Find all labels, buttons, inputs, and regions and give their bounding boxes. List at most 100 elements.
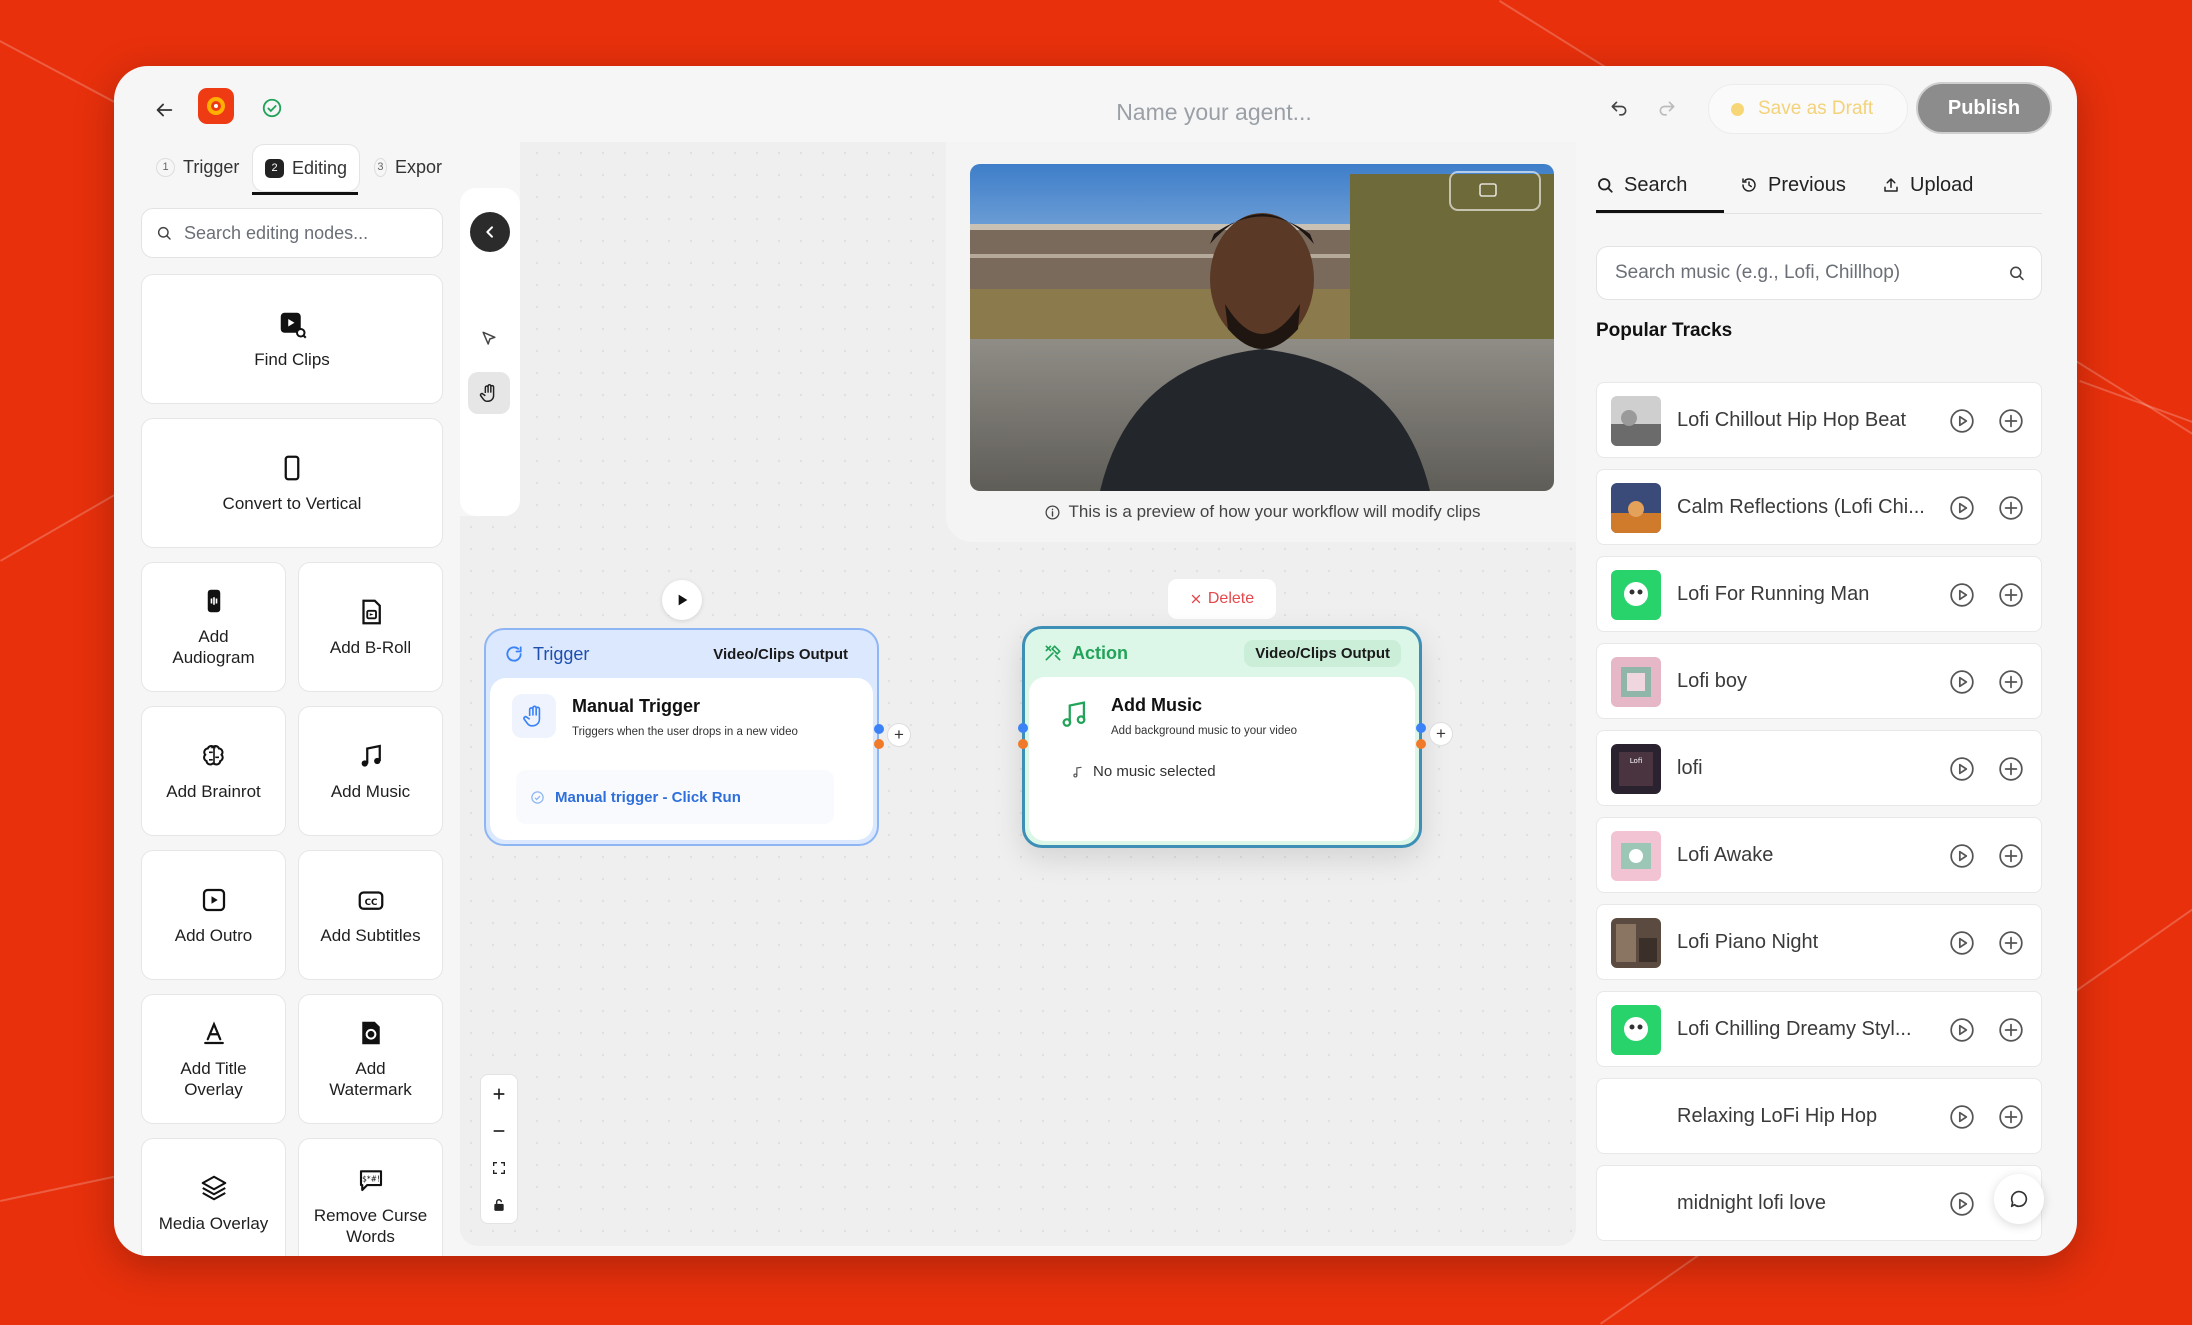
- add-after-action-button[interactable]: +: [1429, 722, 1453, 746]
- add-track-button[interactable]: [1998, 495, 2024, 521]
- trigger-node-title: Manual Trigger: [572, 696, 701, 716]
- track-row[interactable]: midnight lofi love: [1596, 1165, 2042, 1241]
- play-track-button[interactable]: [1949, 1017, 1975, 1043]
- zoom-out-button[interactable]: [481, 1112, 517, 1149]
- node-add-watermark[interactable]: Add Watermark: [298, 994, 443, 1124]
- svg-text:CC: CC: [364, 898, 377, 908]
- node-add-music[interactable]: Add Music: [298, 706, 443, 836]
- select-tool[interactable]: [468, 318, 510, 360]
- add-after-trigger-button[interactable]: +: [887, 723, 911, 747]
- node-find-clips[interactable]: Find Clips: [141, 274, 443, 404]
- play-track-button[interactable]: [1949, 1104, 1975, 1130]
- action-node[interactable]: Action Video/Clips Output Add Music Add …: [1022, 626, 1422, 848]
- step-number: 2: [265, 158, 284, 178]
- track-thumbnail: [1611, 396, 1661, 446]
- zoom-in-button[interactable]: [481, 1075, 517, 1112]
- tab-search[interactable]: Search: [1596, 162, 1687, 208]
- back-button[interactable]: [148, 94, 180, 126]
- add-track-button[interactable]: [1998, 408, 2024, 434]
- play-track-button[interactable]: [1949, 669, 1975, 695]
- node-add-brainrot[interactable]: Add Brainrot: [141, 706, 286, 836]
- node-convert-vertical[interactable]: Convert to Vertical: [141, 418, 443, 548]
- search-icon: [1598, 178, 1613, 193]
- plus-circle-icon: [1999, 844, 2023, 868]
- run-button[interactable]: [662, 580, 702, 620]
- music-search[interactable]: [1596, 246, 2042, 300]
- manual-run-button[interactable]: Manual trigger - Click Run: [516, 770, 834, 824]
- node-media-overlay[interactable]: Media Overlay: [141, 1138, 286, 1256]
- step-tab-editing[interactable]: 2 Editing: [252, 144, 361, 192]
- trigger-node[interactable]: Trigger Video/Clips Output Manual Trigge…: [484, 628, 879, 846]
- action-node-title: Add Music: [1111, 695, 1203, 715]
- node-label: Add Music: [330, 781, 411, 801]
- play-icon: [678, 594, 688, 606]
- track-row[interactable]: Lofi lofi: [1596, 730, 2042, 806]
- track-row[interactable]: Lofi Chilling Dreamy Styl...: [1596, 991, 2042, 1067]
- add-track-button[interactable]: [1998, 1017, 2024, 1043]
- video-preview[interactable]: [970, 164, 1554, 491]
- node-add-subtitles[interactable]: CC Add Subtitles: [298, 850, 443, 980]
- add-track-button[interactable]: [1998, 756, 2024, 782]
- action-output-port[interactable]: [1416, 723, 1426, 733]
- redo-button[interactable]: [1652, 94, 1682, 124]
- add-track-button[interactable]: [1998, 582, 2024, 608]
- track-row[interactable]: Calm Reflections (Lofi Chi...: [1596, 469, 2042, 545]
- action-input-port[interactable]: [1018, 739, 1028, 749]
- node-remove-curse-words[interactable]: $*#! Remove Curse Words: [298, 1138, 443, 1256]
- action-output-port[interactable]: [1416, 739, 1426, 749]
- undo-button[interactable]: [1604, 94, 1634, 124]
- node-label: Add Audiogram: [172, 627, 255, 667]
- closed-captions-icon: CC: [358, 890, 383, 910]
- add-track-button[interactable]: [1998, 843, 2024, 869]
- play-track-button[interactable]: [1949, 408, 1975, 434]
- step-tab-trigger[interactable]: 1 Trigger: [156, 144, 239, 190]
- play-track-button[interactable]: [1949, 843, 1975, 869]
- add-track-button[interactable]: [1998, 1104, 2024, 1130]
- plus-circle-icon: [1999, 670, 2023, 694]
- node-add-outro[interactable]: Add Outro: [141, 850, 286, 980]
- track-thumbnail: [1611, 483, 1661, 533]
- add-track-button[interactable]: [1998, 669, 2024, 695]
- pan-tool[interactable]: [468, 372, 510, 414]
- chat-button[interactable]: [1994, 1174, 2044, 1224]
- delete-node-button[interactable]: Delete: [1167, 578, 1277, 620]
- tab-previous[interactable]: Previous: [1740, 162, 1846, 208]
- preview-note: This is a preview of how your workflow w…: [970, 502, 1554, 522]
- add-track-button[interactable]: [1998, 930, 2024, 956]
- action-input-port[interactable]: [1018, 723, 1028, 733]
- node-add-audiogram[interactable]: Add Audiogram: [141, 562, 286, 692]
- node-search-input[interactable]: [182, 221, 428, 245]
- play-track-button[interactable]: [1949, 930, 1975, 956]
- play-circle-icon: [1950, 1192, 1974, 1216]
- node-search[interactable]: [141, 208, 443, 258]
- agent-name-input[interactable]: Name your agent...: [894, 92, 1534, 132]
- collapse-panel-button[interactable]: [470, 212, 510, 252]
- music-search-input[interactable]: [1613, 261, 2008, 285]
- step-tab-export[interactable]: 3 Expor: [374, 144, 442, 190]
- save-draft-button[interactable]: Save as Draft: [1708, 84, 1908, 134]
- tab-upload[interactable]: Upload: [1882, 162, 1973, 208]
- plus-circle-icon: [1999, 1105, 2023, 1129]
- fit-view-button[interactable]: [481, 1149, 517, 1186]
- play-track-button[interactable]: [1949, 1191, 1975, 1217]
- track-row[interactable]: Lofi For Running Man: [1596, 556, 2042, 632]
- play-track-button[interactable]: [1949, 582, 1975, 608]
- trigger-output-port[interactable]: [874, 739, 884, 749]
- track-row[interactable]: Lofi Chillout Hip Hop Beat: [1596, 382, 2042, 458]
- tab-label: Upload: [1910, 173, 1974, 196]
- close-icon: [1191, 594, 1201, 604]
- track-row[interactable]: Lofi Piano Night: [1596, 904, 2042, 980]
- node-label: Add Subtitles: [320, 925, 421, 945]
- track-row[interactable]: Lofi Awake: [1596, 817, 2042, 893]
- lock-button[interactable]: [481, 1186, 517, 1223]
- track-row[interactable]: Relaxing LoFi Hip Hop: [1596, 1078, 2042, 1154]
- step-label: Trigger: [183, 156, 240, 177]
- node-add-broll[interactable]: Add B-Roll: [298, 562, 443, 692]
- play-track-button[interactable]: [1949, 495, 1975, 521]
- play-track-button[interactable]: [1949, 756, 1975, 782]
- publish-button[interactable]: Publish: [1916, 82, 2052, 134]
- trigger-output-port[interactable]: [874, 724, 884, 734]
- node-add-title-overlay[interactable]: Add Title Overlay: [141, 994, 286, 1124]
- track-row[interactable]: Lofi boy: [1596, 643, 2042, 719]
- track-thumbnail: [1611, 657, 1661, 707]
